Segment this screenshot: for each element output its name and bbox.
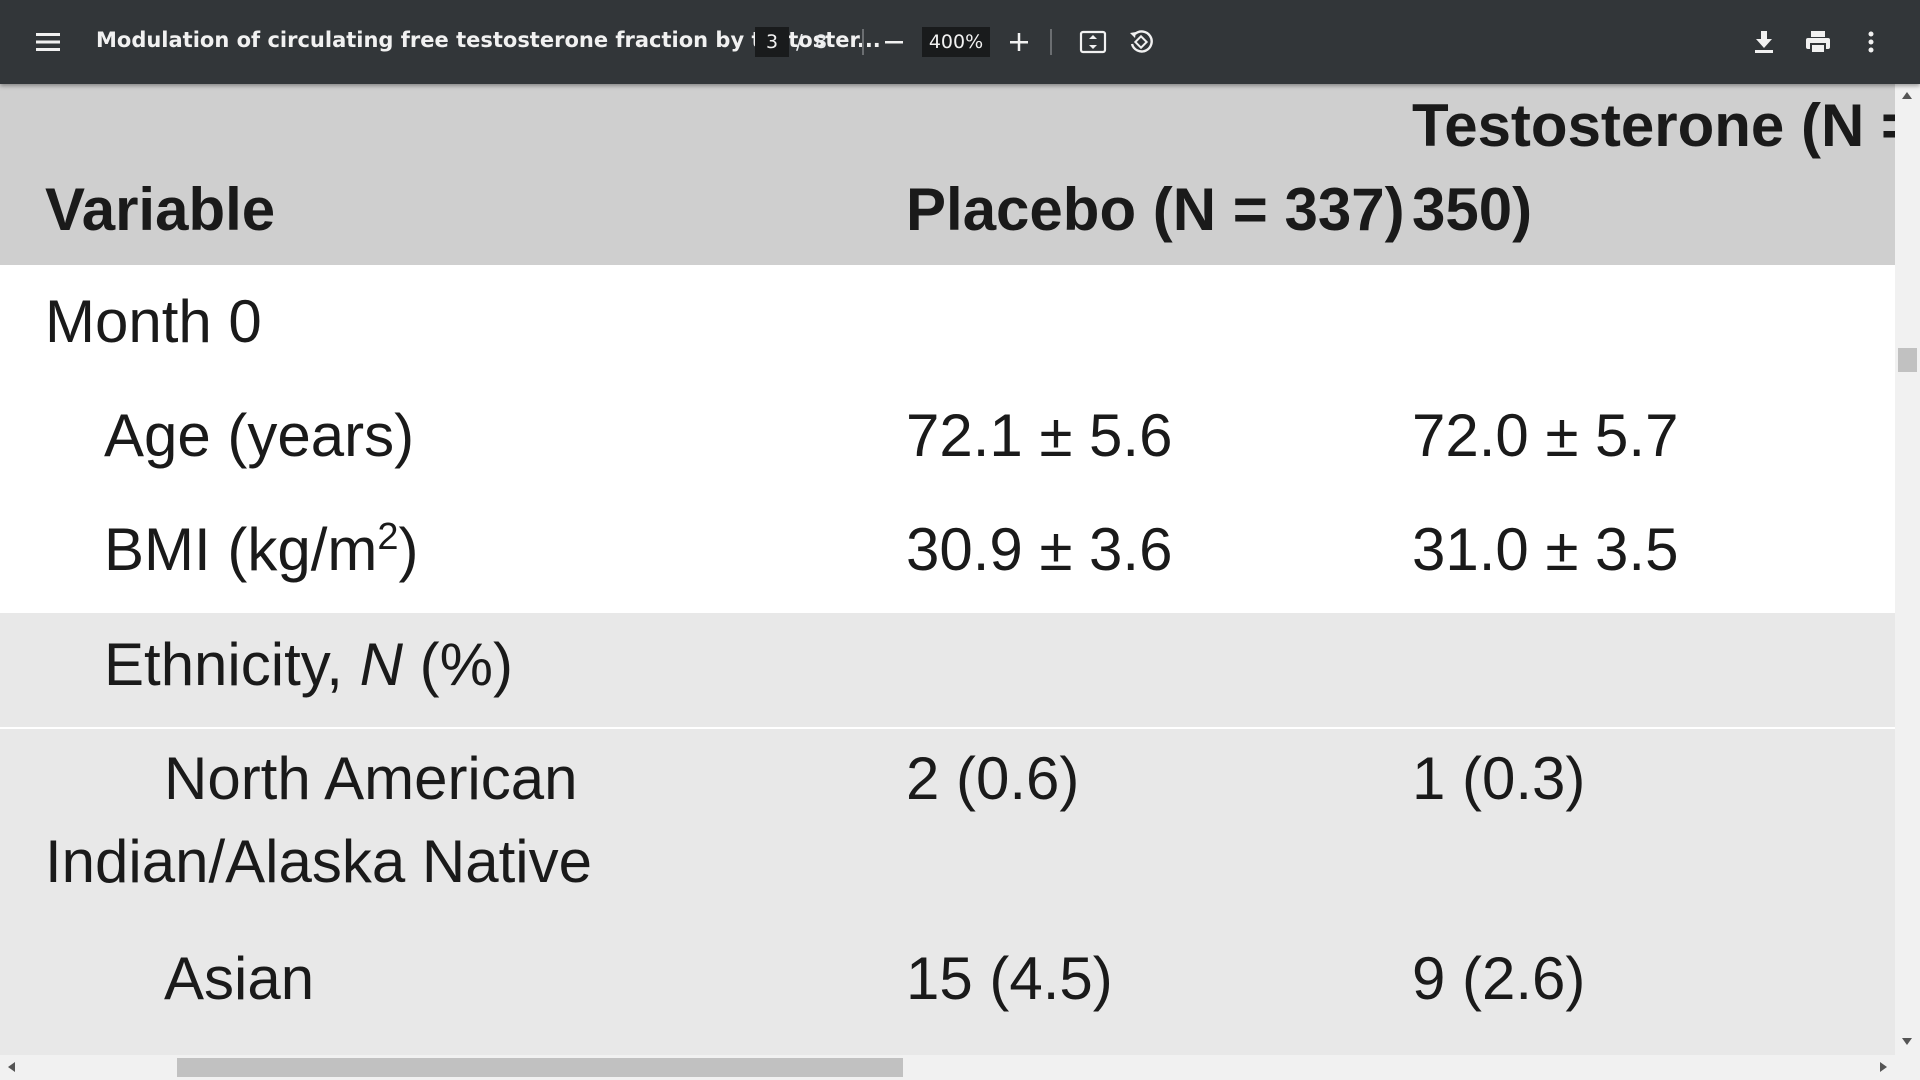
row-label: BMI (kg/m2) [104, 516, 419, 583]
table-row: Month 0 [0, 265, 1895, 379]
row-label-line1: North American [164, 745, 578, 812]
plus-icon [1010, 33, 1028, 51]
pdf-toolbar: Modulation of circulating free testoster… [0, 0, 1920, 84]
vertical-scroll-thumb[interactable] [1898, 348, 1917, 372]
header-variable: Variable [45, 176, 276, 243]
more-vertical-icon [1868, 31, 1874, 53]
zoom-in-button[interactable] [999, 22, 1039, 62]
download-icon [1755, 31, 1773, 53]
hamburger-menu-icon [36, 33, 60, 51]
row-label: Age (years) [104, 402, 415, 469]
row-label: Asian [164, 945, 315, 1012]
testosterone-value: 9 (2.6) [1412, 945, 1586, 1012]
pdf-viewport[interactable]: Variable Placebo (N = 337) Testosterone … [0, 84, 1895, 1055]
placebo-value: 15 (4.5) [906, 945, 1113, 1012]
header-placebo: Placebo (N = 337) [906, 176, 1405, 243]
minus-icon [885, 41, 903, 44]
scroll-down-arrow-icon[interactable] [1902, 1038, 1912, 1045]
vertical-scrollbar[interactable] [1895, 84, 1920, 1055]
table-row: North American Indian/Alaska Native 2 (0… [0, 729, 1895, 929]
scroll-right-arrow-icon[interactable] [1880, 1062, 1887, 1072]
table-row: Ethnicity, N (%) [0, 613, 1895, 727]
page-total: 8 [815, 31, 828, 53]
toolbar-divider [1050, 29, 1052, 55]
table-row: BMI (kg/m2) 30.9 ± 3.6 31.0 ± 3.5 [0, 493, 1895, 607]
scroll-up-arrow-icon[interactable] [1902, 92, 1912, 99]
page-separator: / [796, 30, 803, 54]
table-header-row: Variable Placebo (N = 337) Testosterone … [0, 84, 1895, 265]
fit-page-icon [1079, 30, 1107, 54]
print-button[interactable] [1798, 22, 1838, 62]
pdf-page: Variable Placebo (N = 337) Testosterone … [0, 84, 1895, 1055]
table-row: Asian 15 (4.5) 9 (2.6) [0, 929, 1895, 1055]
toolbar-divider [862, 29, 864, 55]
row-label: Month 0 [45, 288, 262, 355]
rotate-counterclockwise-icon [1130, 30, 1153, 53]
horizontal-scroll-thumb[interactable] [177, 1058, 903, 1077]
download-button[interactable] [1744, 22, 1784, 62]
header-testosterone-line2: 350) [1412, 176, 1533, 243]
testosterone-value: 31.0 ± 3.5 [1412, 516, 1679, 583]
row-label: Ethnicity, N (%) [104, 631, 513, 698]
more-options-button[interactable] [1851, 22, 1891, 62]
fit-to-page-button[interactable] [1073, 22, 1113, 62]
testosterone-value: 1 (0.3) [1412, 745, 1586, 812]
placebo-value: 2 (0.6) [906, 745, 1080, 812]
menu-button[interactable] [28, 22, 68, 62]
printer-icon [1806, 31, 1830, 54]
testosterone-value: 72.0 ± 5.7 [1412, 402, 1679, 469]
zoom-level-input[interactable] [922, 27, 990, 57]
header-testosterone-line1: Testosterone (N = [1412, 92, 1895, 159]
row-label-line2: Indian/Alaska Native [45, 828, 592, 895]
zoom-out-button[interactable] [874, 22, 914, 62]
page-number-input[interactable] [755, 27, 789, 57]
placebo-value: 30.9 ± 3.6 [906, 516, 1173, 583]
placebo-value: 72.1 ± 5.6 [906, 402, 1173, 469]
table-row: Age (years) 72.1 ± 5.6 72.0 ± 5.7 [0, 379, 1895, 493]
rotate-button[interactable] [1121, 22, 1161, 62]
scroll-left-arrow-icon[interactable] [8, 1062, 15, 1072]
